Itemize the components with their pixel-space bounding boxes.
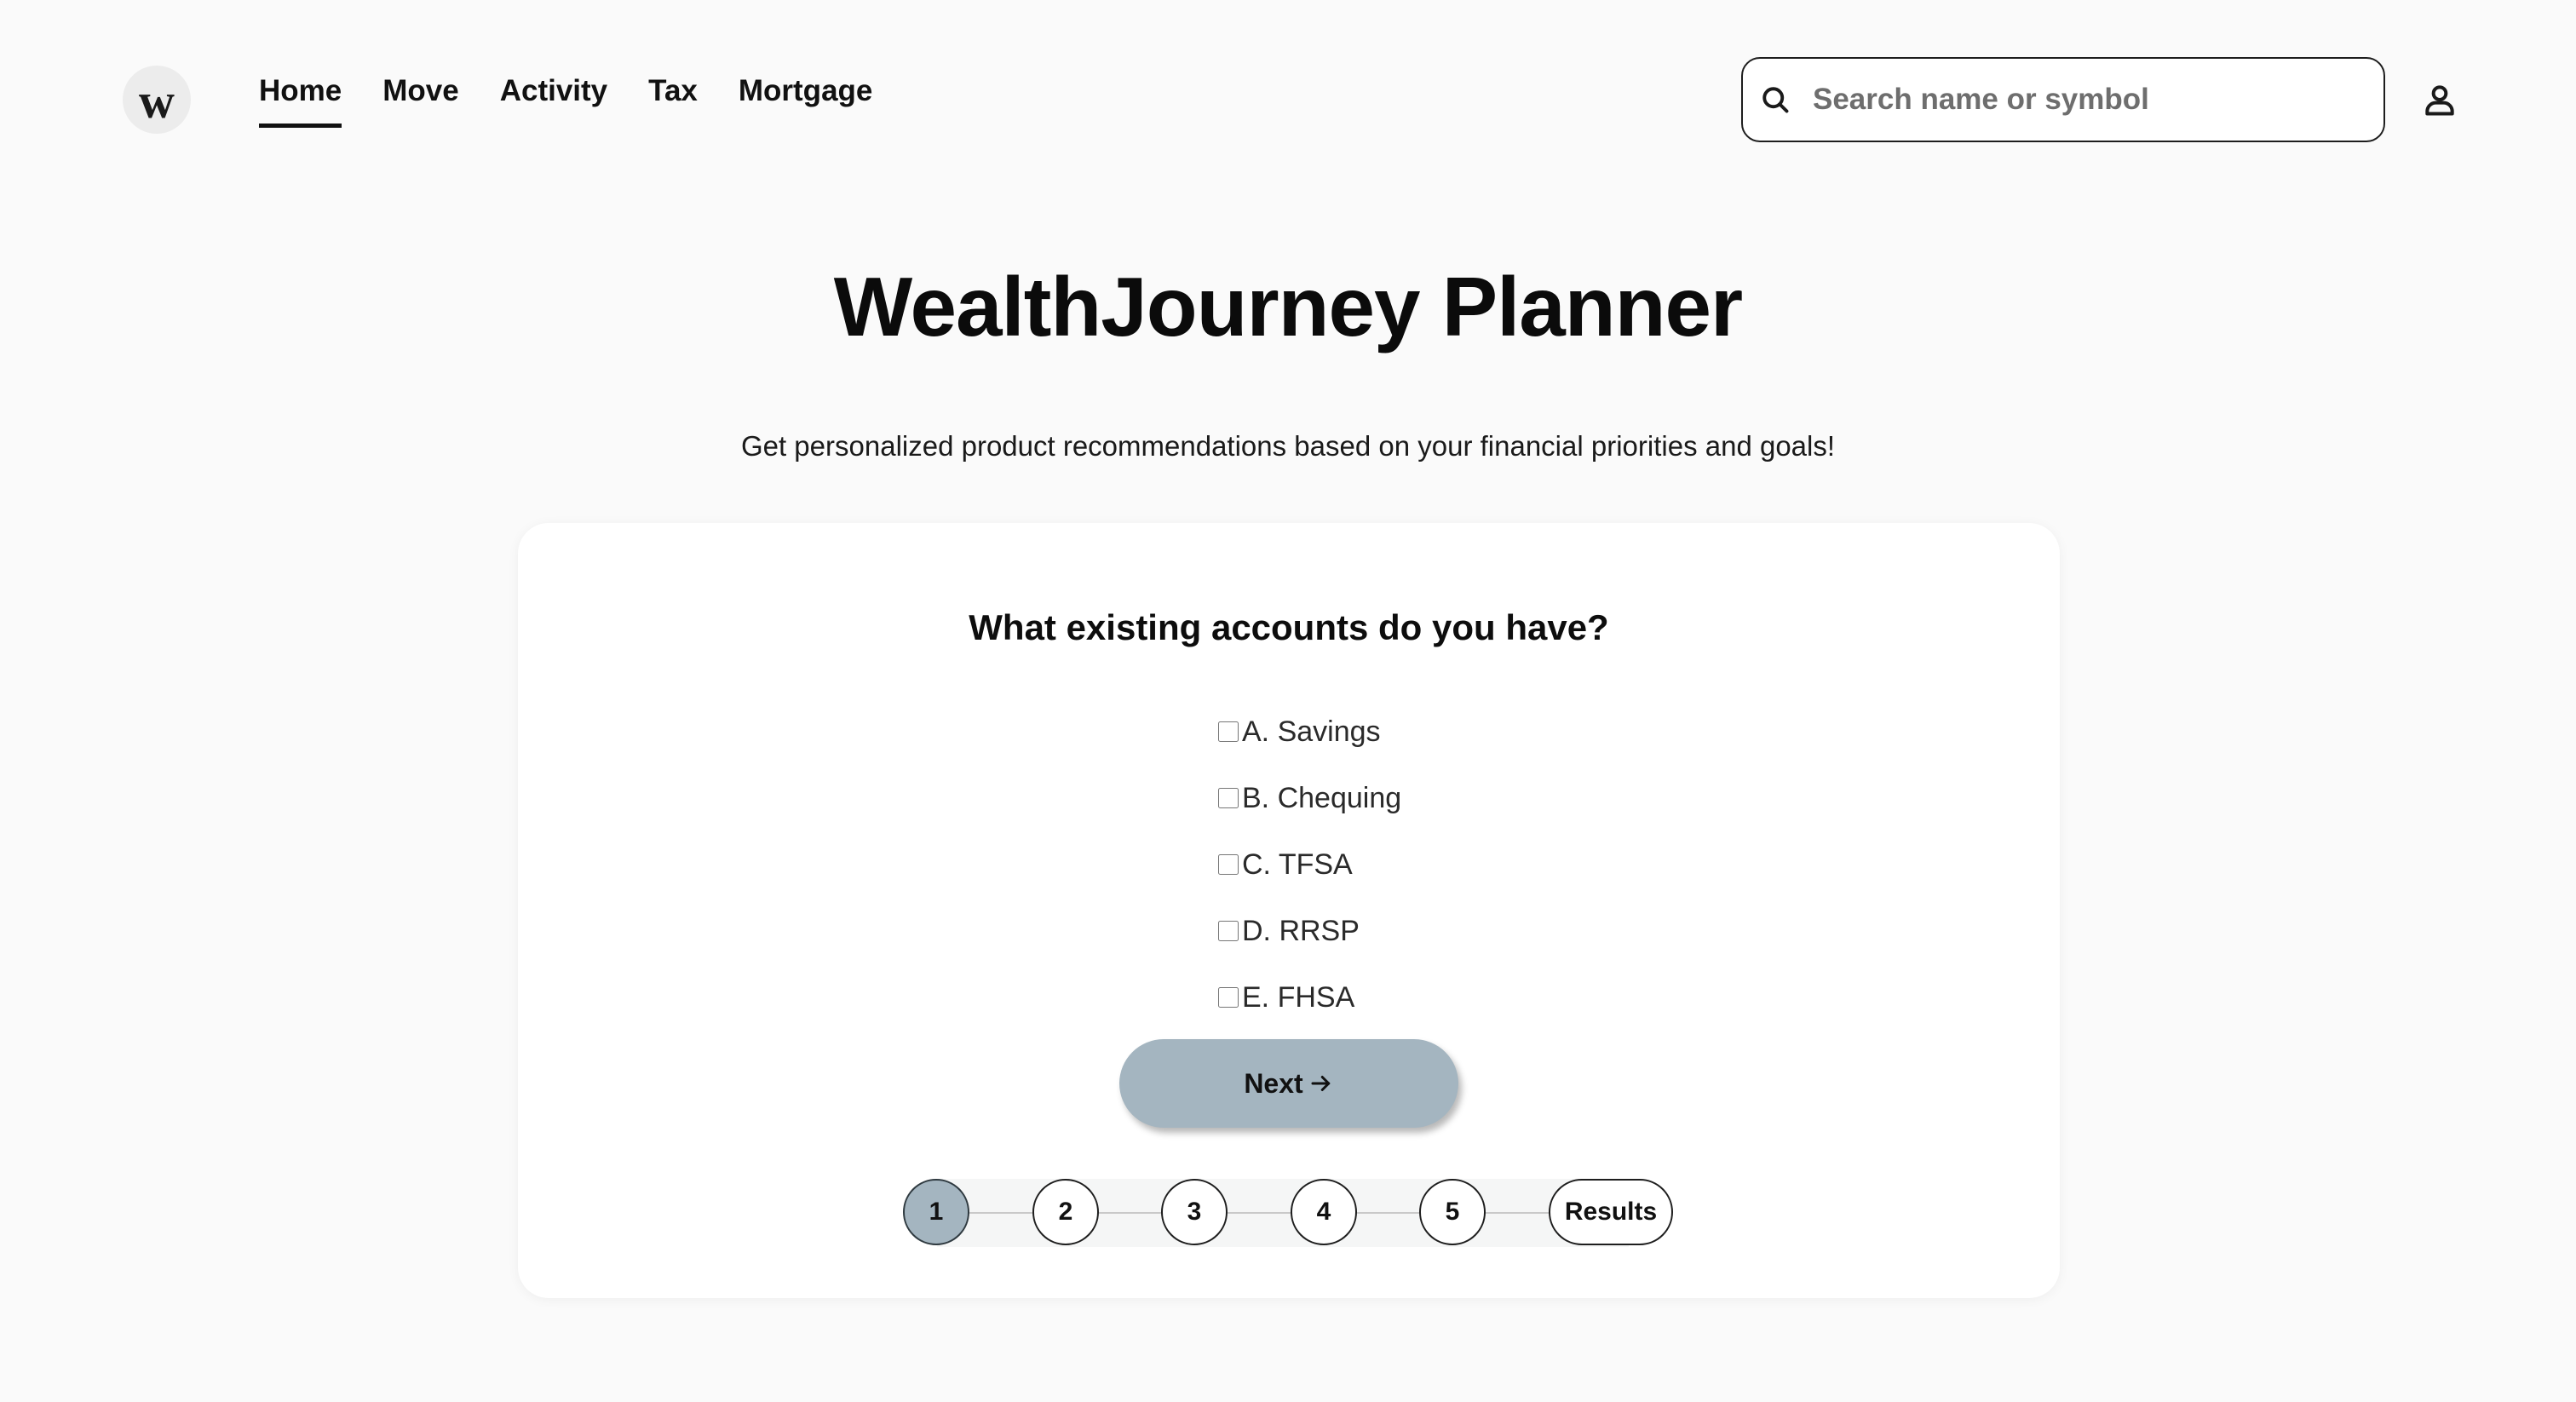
step-results[interactable]: Results — [1549, 1179, 1673, 1245]
search-box[interactable] — [1741, 57, 2385, 142]
progress-stepper: 1 2 3 4 5 Results — [903, 1179, 1678, 1247]
option-label: C. TFSA — [1242, 848, 1353, 881]
step-3[interactable]: 3 — [1161, 1179, 1228, 1245]
user-icon[interactable] — [2421, 81, 2458, 118]
checkbox-fhsa[interactable] — [1218, 987, 1239, 1008]
top-header: w Home Move Activity Tax Mortgage — [0, 0, 2576, 204]
next-button[interactable]: Next — [1119, 1039, 1458, 1128]
nav-item-mortgage[interactable]: Mortgage — [739, 70, 873, 129]
search-icon — [1762, 87, 1789, 113]
question-title: What existing accounts do you have? — [969, 607, 1609, 647]
nav-item-home[interactable]: Home — [259, 70, 342, 129]
option-rrsp[interactable]: D. RRSP — [1218, 898, 1401, 964]
step-4[interactable]: 4 — [1291, 1179, 1357, 1245]
logo[interactable]: w — [123, 66, 191, 134]
checkbox-rrsp[interactable] — [1218, 921, 1239, 941]
step-1[interactable]: 1 — [903, 1179, 969, 1245]
nav-item-tax[interactable]: Tax — [648, 70, 698, 129]
checkbox-chequing[interactable] — [1218, 788, 1239, 808]
logo-letter: w — [139, 73, 175, 129]
question-card: What existing accounts do you have? A. S… — [518, 523, 2060, 1298]
options-list: A. Savings B. Chequing C. TFSA D. RRSP E… — [1218, 698, 1401, 1031]
main-nav: Home Move Activity Tax Mortgage — [259, 70, 872, 129]
option-label: E. FHSA — [1242, 981, 1355, 1014]
arrow-right-icon — [1311, 1076, 1330, 1091]
page-title: WealthJourney Planner — [833, 260, 1743, 353]
step-5[interactable]: 5 — [1419, 1179, 1486, 1245]
next-button-label: Next — [1244, 1067, 1303, 1099]
checkbox-savings[interactable] — [1218, 721, 1239, 742]
nav-item-move[interactable]: Move — [382, 70, 458, 129]
search-input[interactable] — [1813, 83, 2358, 117]
option-savings[interactable]: A. Savings — [1218, 698, 1401, 765]
option-chequing[interactable]: B. Chequing — [1218, 765, 1401, 831]
option-label: A. Savings — [1242, 715, 1381, 748]
step-2[interactable]: 2 — [1032, 1179, 1099, 1245]
option-label: B. Chequing — [1242, 782, 1402, 814]
checkbox-tfsa[interactable] — [1218, 854, 1239, 875]
option-label: D. RRSP — [1242, 915, 1360, 947]
option-fhsa[interactable]: E. FHSA — [1218, 964, 1401, 1031]
page-subtitle: Get personalized product recommendations… — [740, 430, 1836, 462]
option-tfsa[interactable]: C. TFSA — [1218, 831, 1401, 898]
nav-item-activity[interactable]: Activity — [500, 70, 607, 129]
